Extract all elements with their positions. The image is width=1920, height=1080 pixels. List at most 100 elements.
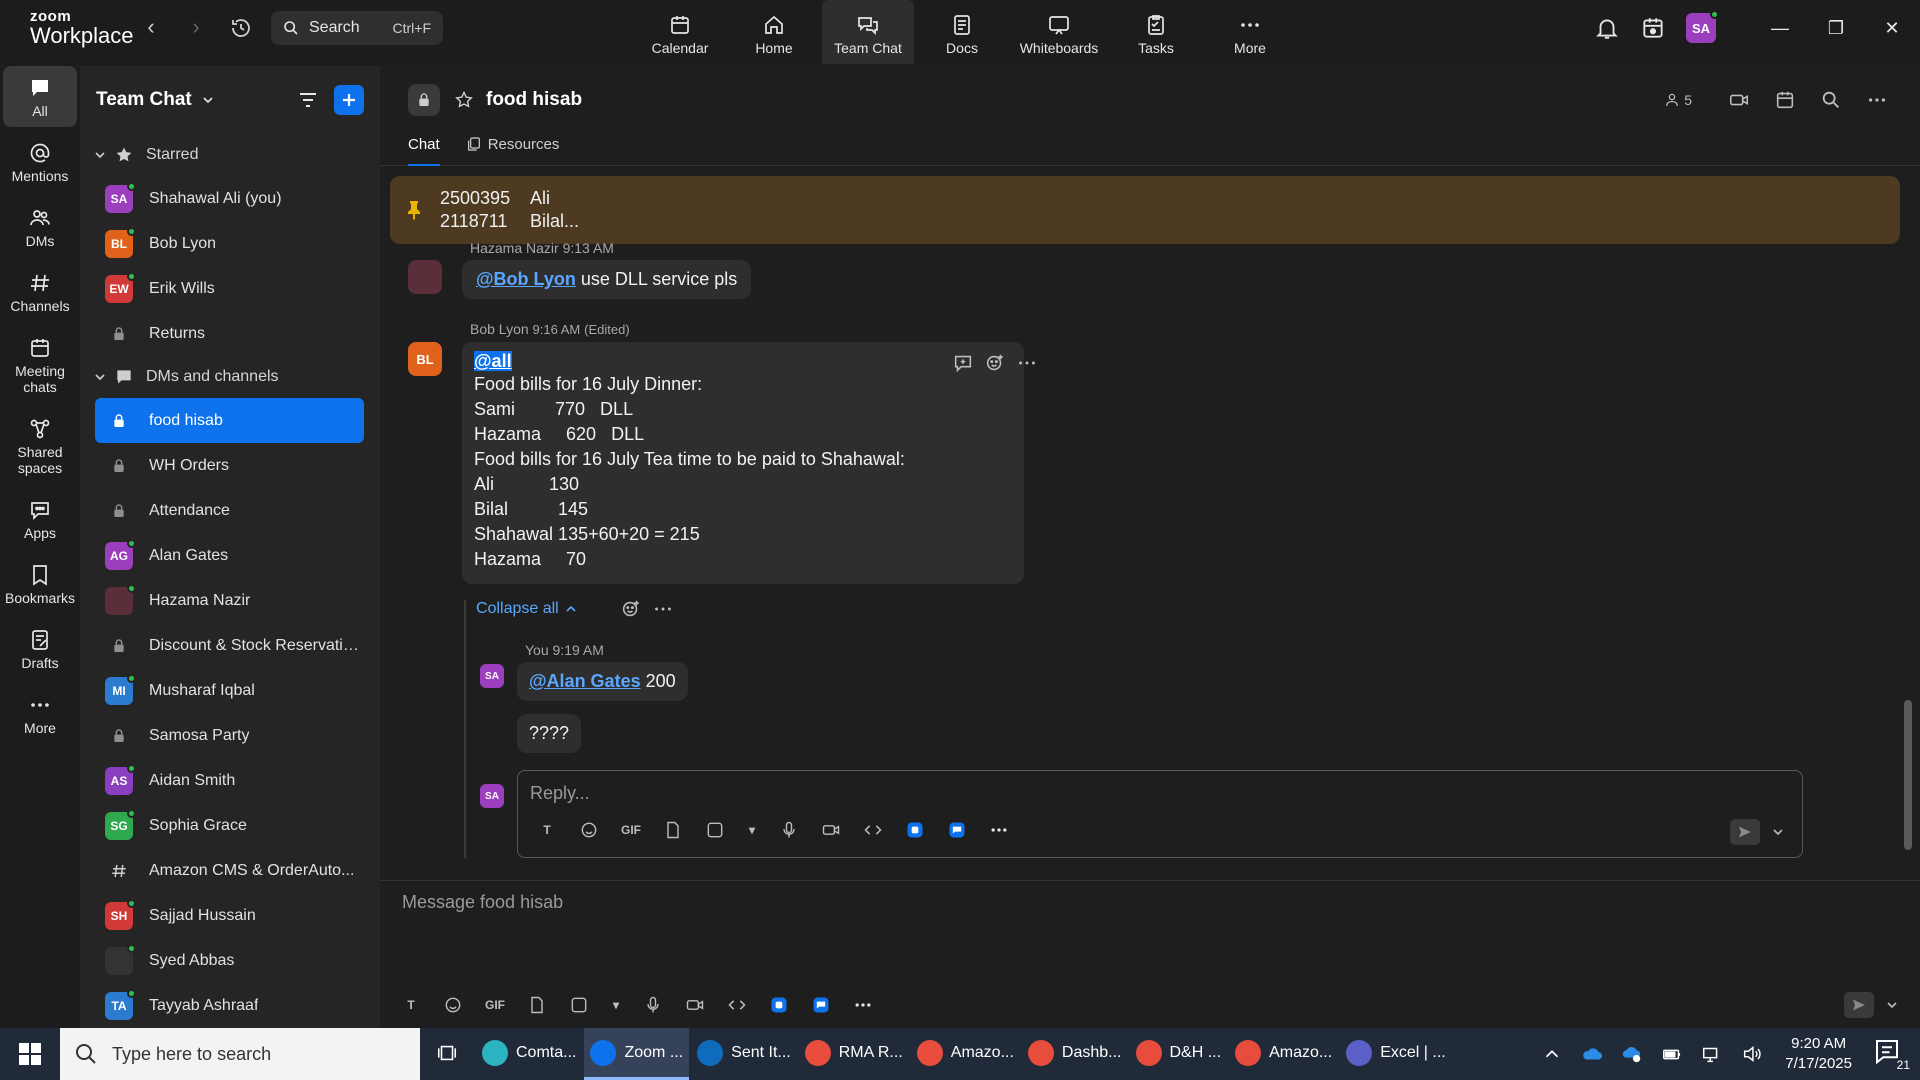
sidebar-item[interactable]: Hazama Nazir xyxy=(95,578,364,623)
channel-search-button[interactable] xyxy=(1820,89,1842,111)
channel-name[interactable]: food hisab xyxy=(486,89,582,111)
taskbar-app[interactable]: Sent It... xyxy=(691,1028,797,1080)
sidebar-item[interactable]: EW Erik Wills xyxy=(95,266,364,311)
thread-reply-input[interactable]: Reply... T GIF ▾ xyxy=(517,770,1803,858)
message-bubble[interactable]: @Bob Lyon use DLL service pls xyxy=(462,260,752,299)
user-avatar[interactable]: SA xyxy=(1686,10,1719,43)
screenshot-icon[interactable] xyxy=(568,994,590,1016)
sidebar-item[interactable]: SH Sajjad Hussain xyxy=(95,893,364,938)
emoji-icon[interactable] xyxy=(442,994,464,1016)
sidebar-title[interactable]: Team Chat xyxy=(96,89,192,111)
message-bubble[interactable]: @all Food bills for 16 July Dinner: Sami … xyxy=(462,342,1024,584)
message-avatar[interactable] xyxy=(408,260,442,294)
nav-home[interactable]: Home xyxy=(728,0,820,64)
tab-chat[interactable]: Chat xyxy=(408,134,440,166)
video-message-icon[interactable] xyxy=(684,994,706,1016)
reply-avatar[interactable]: SA xyxy=(480,664,504,688)
format-text-icon[interactable]: T xyxy=(400,994,422,1016)
restore-button[interactable]: ❐ xyxy=(1808,0,1864,56)
file-icon[interactable] xyxy=(662,819,684,841)
nav-calendar[interactable]: Calendar xyxy=(634,0,726,64)
file-icon[interactable] xyxy=(526,994,548,1016)
format-text-icon[interactable]: T xyxy=(536,819,558,841)
sidebar-item[interactable]: SG Sophia Grace xyxy=(95,803,364,848)
sidebar-item[interactable]: AS Aidan Smith xyxy=(95,758,364,803)
nav-team-chat[interactable]: Team Chat xyxy=(822,0,914,64)
sidebar-item[interactable]: Syed Abbas xyxy=(95,938,364,983)
more-dots-icon[interactable] xyxy=(652,598,674,620)
gif-icon[interactable]: GIF xyxy=(620,819,642,841)
rail-mentions[interactable]: Mentions xyxy=(3,131,77,192)
rail-meeting-chats[interactable]: Meeting chats xyxy=(3,326,77,403)
mention-all[interactable]: @all xyxy=(474,351,512,371)
task-view-button[interactable] xyxy=(420,1028,474,1080)
code-icon[interactable] xyxy=(862,819,884,841)
sidebar-item[interactable]: food hisab xyxy=(95,398,364,443)
chevron-down-icon[interactable]: ▾ xyxy=(746,819,758,841)
screenshot-icon[interactable] xyxy=(704,819,726,841)
send-button[interactable] xyxy=(1730,819,1760,845)
rail-dms[interactable]: DMs xyxy=(3,196,77,257)
taskbar-app[interactable]: D&H ... xyxy=(1130,1028,1228,1080)
taskbar-app[interactable]: Comta... xyxy=(476,1028,582,1080)
filter-icon[interactable] xyxy=(296,88,320,112)
gif-icon[interactable]: GIF xyxy=(484,994,506,1016)
rail-all[interactable]: All xyxy=(3,66,77,127)
minimize-button[interactable]: — xyxy=(1752,0,1808,56)
forward-arrow-icon[interactable]: › xyxy=(185,16,207,38)
reply-thread-icon[interactable] xyxy=(952,352,974,374)
cloud-sync-icon[interactable] xyxy=(1621,1043,1643,1065)
section-dms-channels[interactable]: DMs and channels xyxy=(80,356,380,398)
sidebar-item[interactable]: Samosa Party xyxy=(95,713,364,758)
volume-icon[interactable] xyxy=(1741,1043,1763,1065)
reply-bubble[interactable]: @Alan Gates 200 xyxy=(517,662,688,701)
rail-apps[interactable]: Apps xyxy=(3,488,77,549)
mention-link[interactable]: @Bob Lyon xyxy=(476,269,576,289)
sidebar-item[interactable]: SA Shahawal Ali (you) xyxy=(95,176,364,221)
sidebar-item[interactable]: AG Alan Gates xyxy=(95,533,364,578)
app-chat-icon[interactable] xyxy=(946,819,968,841)
taskbar-app[interactable]: Amazo... xyxy=(911,1028,1020,1080)
calendar-button[interactable] xyxy=(1774,89,1796,111)
rail-channels[interactable]: Channels xyxy=(3,261,77,322)
scrollbar[interactable] xyxy=(1904,700,1912,850)
video-button[interactable] xyxy=(1728,89,1750,111)
taskbar-clock[interactable]: 9:20 AM 7/17/2025 xyxy=(1785,1034,1852,1074)
nav-more[interactable]: More xyxy=(1204,0,1296,64)
rail-bookmarks[interactable]: Bookmarks xyxy=(3,553,77,614)
sidebar-item[interactable]: MI Musharaf Iqbal xyxy=(95,668,364,713)
chevron-down-icon[interactable] xyxy=(1886,999,1898,1011)
more-dots-icon[interactable] xyxy=(852,994,874,1016)
sidebar-item[interactable]: Attendance xyxy=(95,488,364,533)
section-starred[interactable]: Starred xyxy=(80,134,380,176)
sidebar-item[interactable]: BL Bob Lyon xyxy=(95,221,364,266)
video-message-icon[interactable] xyxy=(820,819,842,841)
tab-resources[interactable]: Resources xyxy=(466,134,559,165)
sidebar-item[interactable]: WH Orders xyxy=(95,443,364,488)
taskbar-search[interactable]: Type here to search xyxy=(60,1028,420,1080)
add-reaction-icon[interactable] xyxy=(620,598,642,620)
taskbar-app[interactable]: Amazo... xyxy=(1229,1028,1338,1080)
sidebar-item[interactable]: TA Tayyab Ashraaf xyxy=(95,983,364,1028)
code-icon[interactable] xyxy=(726,994,748,1016)
onedrive-icon[interactable] xyxy=(1581,1043,1603,1065)
message-input[interactable]: Message food hisab xyxy=(402,892,563,913)
notification-center-button[interactable]: 21 xyxy=(1872,1036,1910,1072)
message-avatar[interactable]: BL xyxy=(408,342,442,376)
history-icon[interactable] xyxy=(229,16,253,40)
schedule-icon[interactable] xyxy=(1640,15,1666,41)
mention-link[interactable]: @Alan Gates xyxy=(529,671,641,691)
reply-bubble[interactable]: ???? xyxy=(517,714,582,753)
star-outline-icon[interactable] xyxy=(454,90,474,110)
send-button[interactable] xyxy=(1844,992,1874,1018)
network-icon[interactable] xyxy=(1701,1043,1723,1065)
rail-more[interactable]: More xyxy=(3,683,77,744)
search-box[interactable]: Search Ctrl+F xyxy=(271,11,443,45)
chevron-down-icon[interactable] xyxy=(202,94,214,106)
nav-tasks[interactable]: Tasks xyxy=(1110,0,1202,64)
back-arrow-icon[interactable]: ‹ xyxy=(140,16,162,38)
more-dots-icon[interactable] xyxy=(1016,352,1038,374)
nav-docs[interactable]: Docs xyxy=(916,0,1008,64)
bell-icon[interactable] xyxy=(1594,15,1620,41)
emoji-icon[interactable] xyxy=(578,819,600,841)
